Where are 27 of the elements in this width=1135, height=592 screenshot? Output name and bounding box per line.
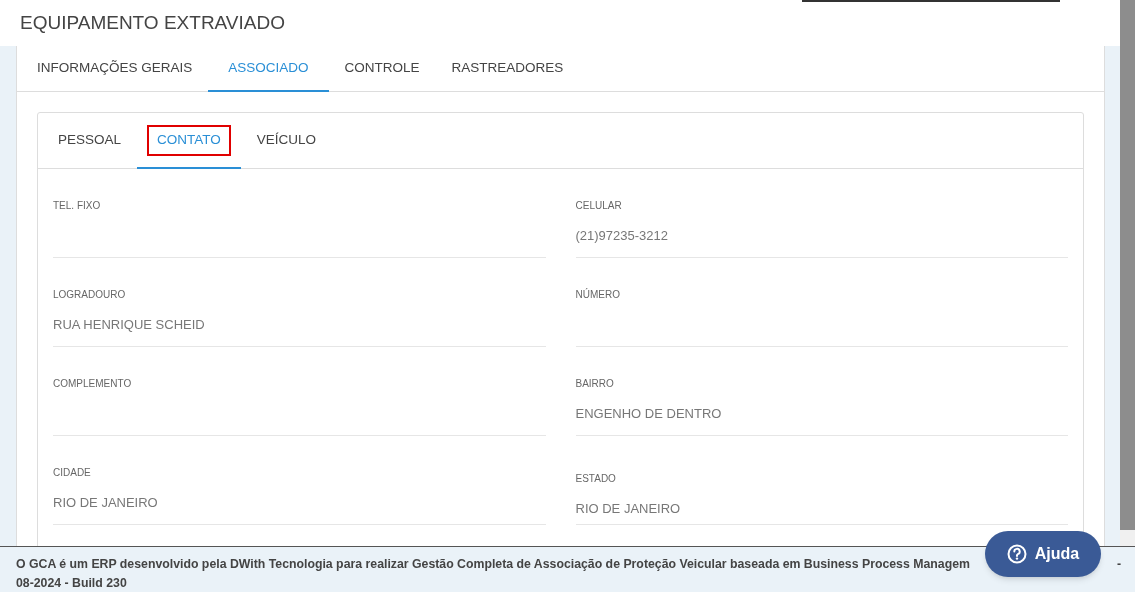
- input-field[interactable]: RIO DE JANEIRO: [53, 492, 546, 512]
- field-label: TEL. FIXO: [53, 199, 102, 212]
- input-field[interactable]: ENGENHO DE DENTRO: [575, 403, 1068, 423]
- field-label: COMPLEMENTO: [53, 377, 133, 390]
- tab[interactable]: PESSOAL: [58, 124, 122, 156]
- window-title: EQUIPAMENTO EXTRAVIADO: [20, 10, 285, 35]
- footer-text: -: [1116, 556, 1121, 573]
- footer-text: O GCA é um ERP desenvolvido pela DWith Tecnologia para realizar Gestão Completa de Associação de Proteção Veicular baseada em Business Process Managem: [16, 556, 970, 573]
- tab[interactable]: RASTREADORES: [435, 46, 580, 92]
- field-label: BAIRRO: [575, 377, 615, 390]
- help-button[interactable]: Ajuda: [985, 531, 1101, 577]
- field-label: LOGRADOURO: [53, 288, 127, 301]
- input-field[interactable]: (21)97235-3212: [575, 225, 1068, 245]
- help-icon: [1006, 544, 1027, 564]
- tab[interactable]: ASSOCIADO: [208, 46, 329, 92]
- tab[interactable]: CONTATO: [147, 124, 231, 156]
- field-label: NÚMERO: [575, 287, 621, 301]
- field-label: ESTADO: [575, 472, 617, 485]
- footer-text: 08-2024 - Build 230: [16, 576, 127, 590]
- input-field[interactable]: RIO DE JANEIRO: [575, 498, 1068, 518]
- field-label: CELULAR: [575, 199, 623, 212]
- tab[interactable]: INFORMAÇÕES GERAIS: [21, 46, 209, 92]
- field-label: CIDADE: [53, 466, 92, 479]
- tab[interactable]: VEÍCULO: [256, 124, 317, 156]
- scrollbar-thumb[interactable]: [1120, 0, 1135, 530]
- input-field[interactable]: RUA HENRIQUE SCHEID: [53, 314, 546, 334]
- tab[interactable]: CONTROLE: [328, 46, 436, 92]
